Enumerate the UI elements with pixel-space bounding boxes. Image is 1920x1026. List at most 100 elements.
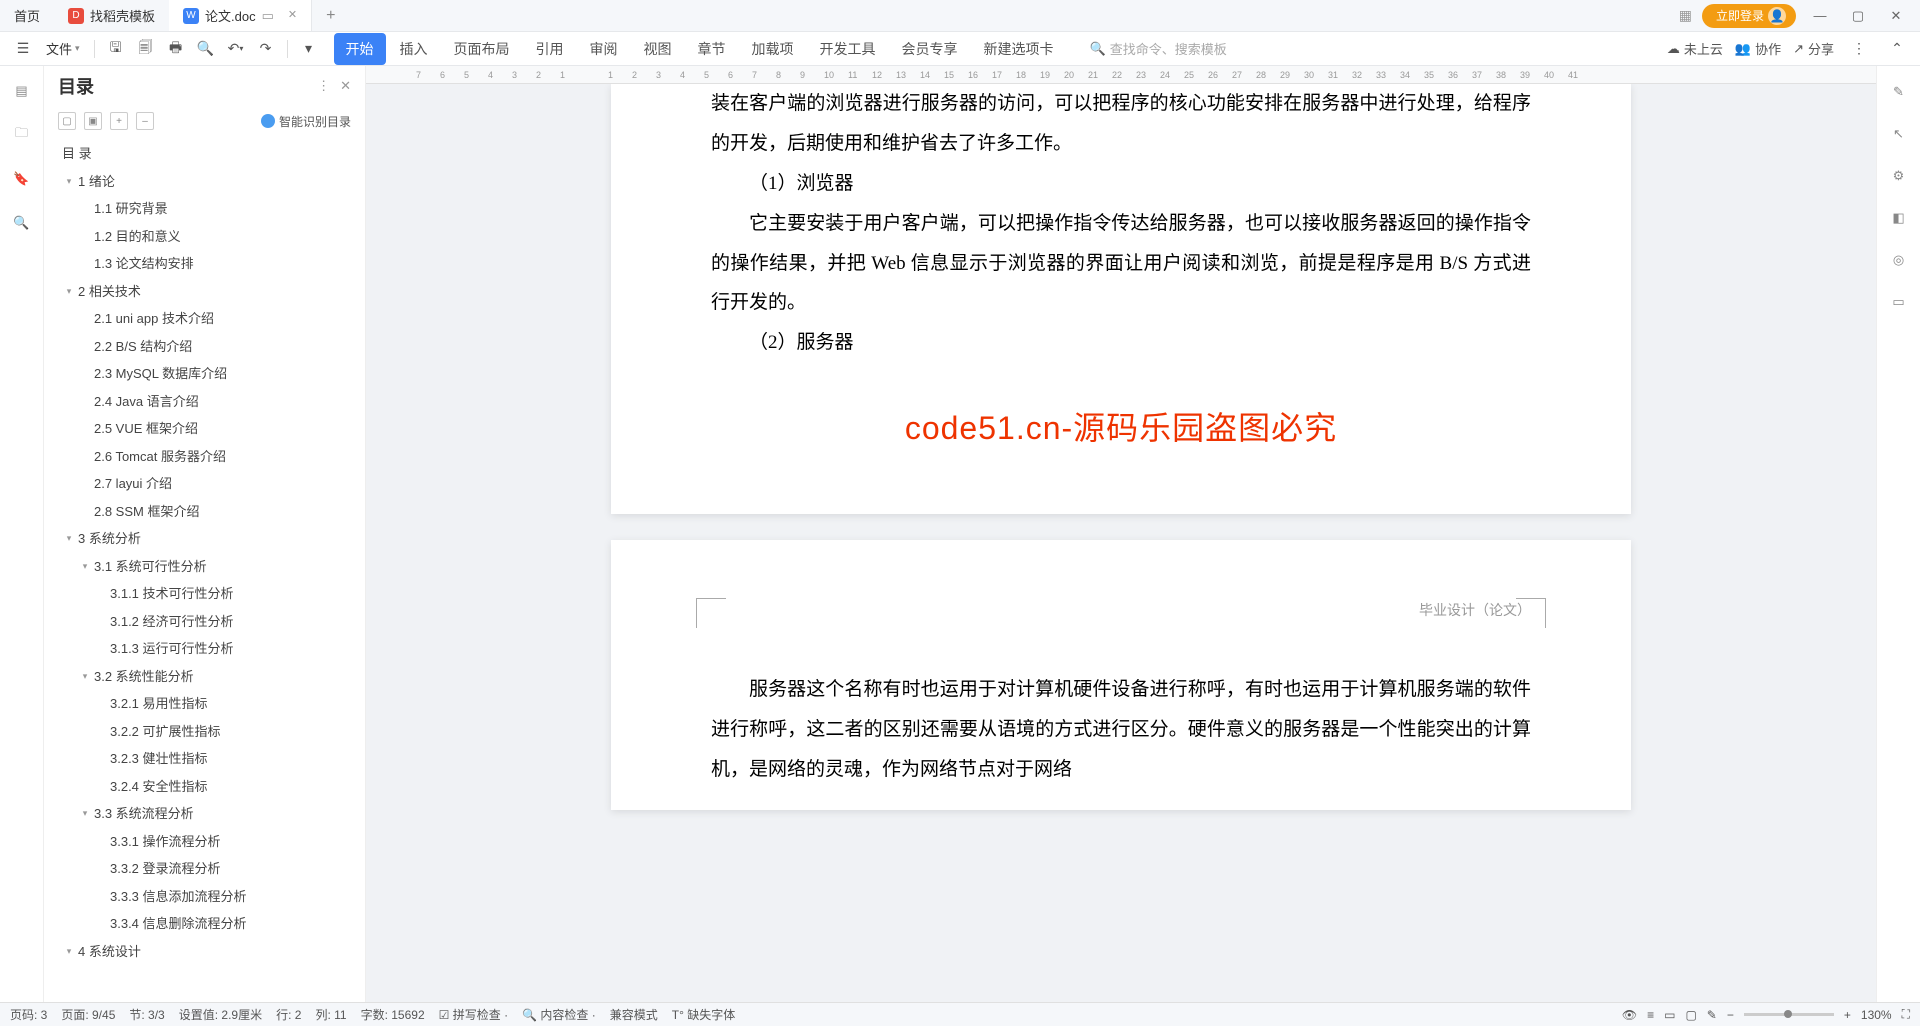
toc-item[interactable]: 3.3.1 操作流程分析 (58, 828, 365, 856)
expand-icon[interactable]: ⌃ (1884, 37, 1910, 61)
redo-icon[interactable]: ↷ (253, 37, 279, 61)
ribbon-tab-1[interactable]: 插入 (388, 33, 440, 65)
ribbon-tab-3[interactable]: 引用 (524, 33, 576, 65)
zoom-level[interactable]: 130% (1861, 1008, 1892, 1022)
toc-item[interactable]: 3.1.1 技术可行性分析 (58, 580, 365, 608)
view-page-icon[interactable]: ▢ (1685, 1008, 1696, 1022)
chevron-down-icon[interactable]: ▾ (62, 945, 76, 959)
collab-button[interactable]: 👥协作 (1735, 39, 1781, 58)
document-scroll[interactable]: 装在客户端的浏览器进行服务器的访问，可以把程序的核心功能安排在服务器中进行处理，… (366, 84, 1876, 1002)
status-words[interactable]: 字数: 15692 (361, 1006, 425, 1023)
page[interactable]: 毕业设计（论文） 服务器这个名称有时也运用于对计算机硬件设备进行称呼，有时也运用… (611, 540, 1631, 810)
document-tab[interactable]: W 论文.doc ▭ ✕ (169, 0, 312, 31)
task-icon[interactable]: ◧ (1892, 210, 1904, 226)
paragraph[interactable]: 装在客户端的浏览器进行服务器的访问，可以把程序的核心功能安排在服务器中进行处理，… (711, 84, 1531, 164)
status-col[interactable]: 列: 11 (315, 1006, 346, 1023)
fullscreen-icon[interactable]: ⛶ (1902, 1007, 1910, 1022)
login-button[interactable]: 立即登录 👤 (1702, 4, 1796, 28)
toc-item[interactable]: 2.8 SSM 框架介绍 (58, 498, 365, 526)
ribbon-tab-10[interactable]: 新建选项卡 (972, 33, 1066, 65)
detach-icon[interactable]: ▭ (262, 8, 274, 24)
toc-item[interactable]: ▾4 系统设计 (58, 938, 365, 966)
more-icon[interactable]: ⋮ (1846, 37, 1872, 61)
toc-item[interactable]: 2.3 MySQL 数据库介绍 (58, 360, 365, 388)
ribbon-tab-8[interactable]: 开发工具 (808, 33, 888, 65)
print-icon[interactable]: 🖶 (163, 37, 189, 61)
zoom-slider[interactable] (1744, 1013, 1834, 1016)
zoom-in-icon[interactable]: + (1844, 1008, 1851, 1022)
toc-item[interactable]: 3.2.3 健壮性指标 (58, 745, 365, 773)
cloud-status[interactable]: ☁未上云 (1667, 39, 1723, 58)
ribbon-tab-9[interactable]: 会员专享 (890, 33, 970, 65)
toc-item[interactable]: 3.2.1 易用性指标 (58, 690, 365, 718)
ribbon-tab-4[interactable]: 审阅 (578, 33, 630, 65)
add-tab-button[interactable]: + (312, 7, 349, 25)
status-section[interactable]: 节: 3/3 (129, 1006, 164, 1023)
chevron-down-icon[interactable]: ▾ (78, 670, 92, 684)
home-tab[interactable]: 首页 (0, 0, 54, 31)
smart-toc-button[interactable]: 智能识别目录 (261, 113, 351, 130)
files-icon[interactable]: 🗀 (11, 124, 33, 146)
toc-item[interactable]: 1.3 论文结构安排 (58, 250, 365, 278)
help-icon[interactable]: ◎ (1893, 252, 1904, 268)
toc-item[interactable]: 3.3.2 登录流程分析 (58, 855, 365, 883)
toc-close-icon[interactable]: ✕ (340, 78, 351, 94)
chevron-down-icon[interactable]: ▾ (62, 175, 76, 189)
ruler[interactable]: 7654321123456789101112131415161718192021… (366, 66, 1876, 84)
ribbon-tab-0[interactable]: 开始 (334, 33, 386, 65)
close-window-icon[interactable]: ✕ (1882, 4, 1910, 28)
toc-item[interactable]: 3.2.2 可扩展性指标 (58, 718, 365, 746)
save-icon[interactable]: 🖫 (103, 37, 129, 61)
toc-add-icon[interactable]: + (110, 112, 128, 130)
cursor-icon[interactable]: ↖ (1893, 126, 1904, 142)
preview-icon[interactable]: 🔍 (193, 37, 219, 61)
ribbon-tab-2[interactable]: 页面布局 (442, 33, 522, 65)
toc-item[interactable]: ▾3 系统分析 (58, 525, 365, 553)
toc-item[interactable]: 2.5 VUE 框架介绍 (58, 415, 365, 443)
toc-menu-icon[interactable]: ⋮ (317, 78, 330, 94)
status-pages[interactable]: 页面: 9/45 (61, 1006, 115, 1023)
search-panel-icon[interactable]: 🔍 (11, 212, 33, 234)
ribbon-tab-7[interactable]: 加载项 (740, 33, 806, 65)
settings-slider-icon[interactable]: ⚙ (1893, 168, 1905, 184)
toc-item[interactable]: 3.3.3 信息添加流程分析 (58, 883, 365, 911)
status-setval[interactable]: 设置值: 2.9厘米 (179, 1006, 262, 1023)
chevron-down-icon[interactable]: ▾ (62, 285, 76, 299)
status-compat[interactable]: 兼容模式 (610, 1006, 658, 1023)
toc-item[interactable]: 3.1.2 经济可行性分析 (58, 608, 365, 636)
view-highlight-icon[interactable]: ✎ (1707, 1008, 1717, 1022)
toc-item[interactable]: 2.6 Tomcat 服务器介绍 (58, 443, 365, 471)
toc-item[interactable]: ▾3.3 系统流程分析 (58, 800, 365, 828)
sub-heading[interactable]: （1）浏览器 (711, 164, 1531, 204)
zoom-out-icon[interactable]: − (1727, 1008, 1734, 1022)
undo-icon[interactable]: ↶▾ (223, 37, 249, 61)
view-list-icon[interactable]: ≡ (1647, 1008, 1654, 1022)
status-row[interactable]: 行: 2 (276, 1006, 301, 1023)
command-search[interactable]: 🔍 查找命令、搜索模板 (1090, 39, 1227, 58)
close-tab-icon[interactable]: ✕ (288, 8, 297, 24)
view-read-icon[interactable]: ▭ (1664, 1008, 1675, 1022)
toc-root[interactable]: 目 录 (58, 140, 365, 168)
pencil-icon[interactable]: ✎ (1893, 84, 1904, 100)
chevron-down-icon[interactable]: ▾ (78, 807, 92, 821)
apps-icon[interactable]: ▦ (1679, 7, 1692, 24)
status-font[interactable]: T° 缺失字体 (672, 1006, 735, 1023)
share-button[interactable]: ↗分享 (1793, 39, 1834, 58)
toc-item[interactable]: ▾3.2 系统性能分析 (58, 663, 365, 691)
bookmark-icon[interactable]: 🔖 (11, 168, 33, 190)
template-tab[interactable]: D 找稻壳模板 (54, 0, 169, 31)
minimize-icon[interactable]: — (1806, 4, 1834, 28)
maximize-icon[interactable]: ▢ (1844, 4, 1872, 28)
toc-item[interactable]: 2.1 uni app 技术介绍 (58, 305, 365, 333)
chevron-down-icon[interactable]: ▾ (78, 560, 92, 574)
toc-item[interactable]: 3.3.4 信息删除流程分析 (58, 910, 365, 938)
view-eye-icon[interactable]: 👁 (1622, 1008, 1637, 1022)
toc-item[interactable]: ▾2 相关技术 (58, 278, 365, 306)
toc-item[interactable]: ▾1 绪论 (58, 168, 365, 196)
status-page-code[interactable]: 页码: 3 (10, 1006, 47, 1023)
toc-expand-icon[interactable]: ▢ (58, 112, 76, 130)
hamburger-icon[interactable]: ☰ (10, 37, 36, 61)
status-spell[interactable]: ☑ 拼写检查 · (439, 1006, 508, 1023)
file-menu[interactable]: 文件▾ (40, 39, 86, 58)
chevron-down-icon[interactable]: ▾ (62, 532, 76, 546)
